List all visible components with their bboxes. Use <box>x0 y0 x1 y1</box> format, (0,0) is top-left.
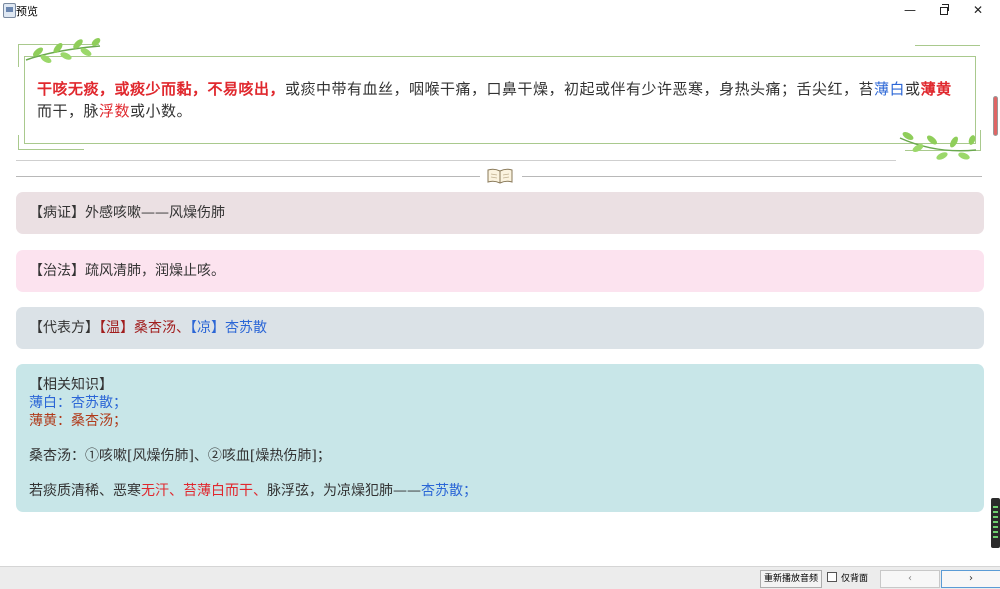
open-book-icon <box>487 168 513 184</box>
divider <box>522 176 982 177</box>
symptom-text: 或痰中带有血丝，咽喉干痛，口鼻干燥，初起或伴有少许恶寒，身热头痛；舌尖红，苔 <box>285 80 875 98</box>
symptom-key: 干咳无痰，或痰少而黏，不易咳出， <box>37 80 286 98</box>
app-icon <box>3 3 16 18</box>
window-title: 预览 <box>16 6 38 18</box>
knowledge-text: 若痰质清稀、恶寒 <box>29 483 141 499</box>
knowledge-title: 【相关知识】 <box>29 377 113 393</box>
symptom-text: 或 <box>905 80 921 98</box>
maximize-button[interactable] <box>927 0 961 20</box>
tongue-coating-thin-white: 薄白 <box>874 80 906 98</box>
divider <box>16 176 480 177</box>
leaf-decoration-icon <box>899 132 977 160</box>
knowledge-formula: 杏苏散； <box>421 483 477 499</box>
cool-tag: 【凉】 <box>190 320 225 336</box>
frame-corner <box>915 45 980 48</box>
close-button[interactable]: ✕ <box>961 0 995 20</box>
knowledge-line: 桑杏汤：①咳嗽[风燥伤肺]、②咳血[燥热伤肺]； <box>29 448 331 464</box>
symptom-text: 而干，脉 <box>37 102 100 120</box>
symptom-text: 或小数。 <box>130 102 193 120</box>
replay-audio-button[interactable]: 重新播放音频 <box>760 570 823 588</box>
pulse-floating-rapid: 浮数 <box>99 102 131 120</box>
formula-section: 【代表方】【温】桑杏汤、【凉】杏苏散 <box>16 307 984 349</box>
bottom-bar: 重新播放音频 仅背面 ‹ › <box>0 566 1000 589</box>
title-bar: 预览 — ✕ <box>0 0 1000 20</box>
knowledge-section: 【相关知识】 薄白：杏苏散； 薄黄：桑杏汤； 桑杏汤：①咳嗽[风燥伤肺]、②咳血… <box>16 364 984 512</box>
knowledge-line: 若痰质清稀、恶寒无汗、苔薄白而干、脉浮弦，为凉燥犯肺——杏苏散； <box>29 482 984 500</box>
leaf-decoration-icon <box>25 38 101 63</box>
formula-label: 【代表方】 <box>29 320 99 336</box>
minimize-button[interactable]: — <box>893 0 927 20</box>
back-only-checkbox[interactable] <box>827 572 837 582</box>
symptoms-text: 干咳无痰，或痰少而黏，不易咳出，或痰中带有血丝，咽喉干痛，口鼻干燥，初起或伴有少… <box>37 78 967 122</box>
back-only-label: 仅背面 <box>841 574 869 584</box>
next-button[interactable]: › <box>941 570 1000 588</box>
treatment-section: 【治法】疏风清肺，润燥止咳。 <box>16 250 984 292</box>
scroll-indicator[interactable] <box>993 96 998 136</box>
audio-level-icon <box>991 498 1000 548</box>
restore-icon <box>940 4 949 15</box>
divider <box>16 160 896 161</box>
previous-button[interactable]: ‹ <box>880 570 940 588</box>
tongue-coating-thin-yellow: 薄黄 <box>920 80 952 98</box>
knowledge-line: 薄白：杏苏散； <box>29 395 127 411</box>
cool-formula: 杏苏散 <box>225 320 267 336</box>
knowledge-line: 薄黄：桑杏汤； <box>29 413 127 429</box>
warm-tag: 【温】 <box>99 320 134 336</box>
warm-formula: 桑杏汤、 <box>134 320 190 336</box>
syndrome-section: 【病证】外感咳嗽——风燥伤肺 <box>16 192 984 234</box>
knowledge-text: 脉浮弦，为凉燥犯肺—— <box>267 483 421 499</box>
knowledge-highlight: 无汗、苔薄白而干、 <box>141 483 267 499</box>
